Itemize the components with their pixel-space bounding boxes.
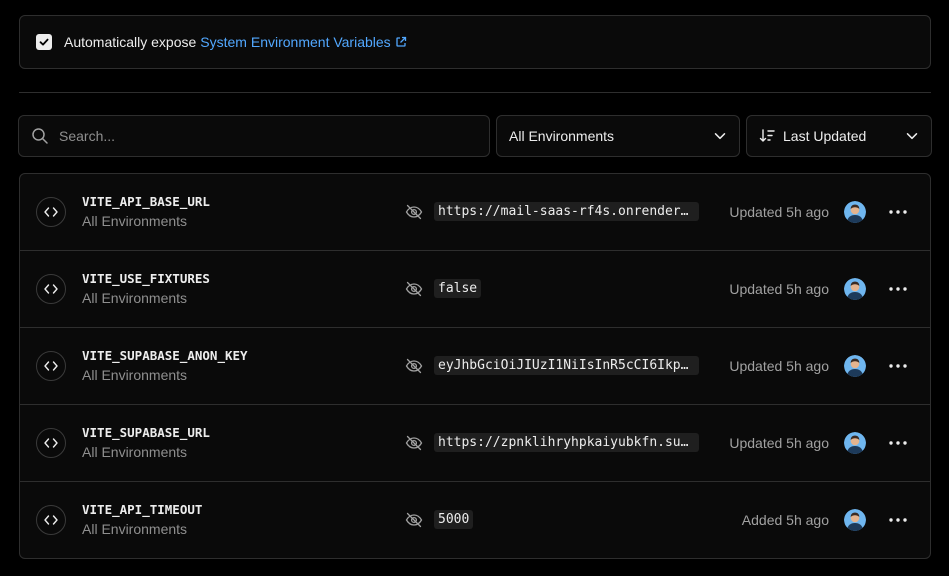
var-name[interactable]: VITE_API_TIMEOUT bbox=[82, 502, 202, 517]
system-env-vars-link[interactable]: System Environment Variables bbox=[200, 34, 406, 50]
env-var-row[interactable]: VITE_API_TIMEOUT All Environments 5000 A… bbox=[20, 482, 930, 558]
var-status: Updated 5h ago bbox=[729, 435, 829, 451]
check-icon bbox=[39, 38, 49, 46]
env-var-row[interactable]: VITE_API_BASE_URL All Environments https… bbox=[20, 174, 930, 251]
avatar[interactable] bbox=[844, 509, 866, 531]
env-var-list: VITE_API_BASE_URL All Environments https… bbox=[19, 173, 931, 559]
ellipsis-icon bbox=[889, 441, 907, 445]
code-brackets-icon bbox=[36, 351, 66, 381]
var-environment: All Environments bbox=[82, 213, 188, 229]
more-options-button[interactable] bbox=[886, 354, 910, 378]
eye-off-icon[interactable] bbox=[405, 204, 423, 225]
external-link-icon bbox=[396, 36, 406, 47]
avatar[interactable] bbox=[844, 201, 866, 223]
avatar[interactable] bbox=[844, 432, 866, 454]
var-name[interactable]: VITE_USE_FIXTURES bbox=[82, 271, 210, 286]
env-vars-page: Automatically expose System Environment … bbox=[0, 0, 949, 576]
var-status: Updated 5h ago bbox=[729, 358, 829, 374]
expose-system-vars-panel: Automatically expose System Environment … bbox=[19, 15, 931, 69]
var-status: Updated 5h ago bbox=[729, 281, 829, 297]
expose-checkbox[interactable] bbox=[36, 34, 52, 50]
search-box[interactable] bbox=[18, 115, 490, 157]
eye-off-icon[interactable] bbox=[405, 281, 423, 302]
var-status: Updated 5h ago bbox=[729, 204, 829, 220]
search-icon bbox=[32, 128, 48, 144]
ellipsis-icon bbox=[889, 287, 907, 291]
ellipsis-icon bbox=[889, 210, 907, 214]
environment-select[interactable]: All Environments bbox=[496, 115, 740, 157]
more-options-button[interactable] bbox=[886, 508, 910, 532]
env-var-row[interactable]: VITE_SUPABASE_ANON_KEY All Environments … bbox=[20, 328, 930, 405]
var-environment: All Environments bbox=[82, 521, 188, 537]
section-divider bbox=[19, 92, 931, 93]
environment-select-value: All Environments bbox=[509, 128, 615, 144]
var-value[interactable]: 5000 bbox=[434, 510, 474, 529]
avatar[interactable] bbox=[844, 355, 866, 377]
var-name[interactable]: VITE_SUPABASE_URL bbox=[82, 425, 210, 440]
var-value[interactable]: https://zpnklihryhpkaiyubkfn.supabase.co bbox=[434, 433, 699, 452]
eye-off-icon[interactable] bbox=[405, 358, 423, 379]
chevron-down-icon bbox=[714, 133, 726, 140]
code-brackets-icon bbox=[36, 428, 66, 458]
more-options-button[interactable] bbox=[886, 200, 910, 224]
expose-label: Automatically expose bbox=[64, 34, 197, 50]
code-brackets-icon bbox=[36, 505, 66, 535]
sort-select[interactable]: Last Updated bbox=[746, 115, 932, 157]
code-brackets-icon bbox=[36, 274, 66, 304]
more-options-button[interactable] bbox=[886, 277, 910, 301]
eye-off-icon[interactable] bbox=[405, 512, 423, 533]
var-environment: All Environments bbox=[82, 367, 188, 383]
sort-select-value: Last Updated bbox=[783, 128, 867, 144]
code-brackets-icon bbox=[36, 197, 66, 227]
var-environment: All Environments bbox=[82, 444, 188, 460]
sort-icon bbox=[759, 129, 775, 142]
search-input[interactable] bbox=[59, 128, 489, 144]
var-value[interactable]: eyJhbGciOiJIUzI1NiIsInR5cCI6IkpXVCJ9 bbox=[434, 356, 699, 375]
env-var-row[interactable]: VITE_SUPABASE_URL All Environments https… bbox=[20, 405, 930, 482]
env-var-row[interactable]: VITE_USE_FIXTURES All Environments false… bbox=[20, 251, 930, 328]
eye-off-icon[interactable] bbox=[405, 435, 423, 456]
var-value[interactable]: false bbox=[434, 279, 482, 298]
var-environment: All Environments bbox=[82, 290, 188, 306]
var-value[interactable]: https://mail-saas-rf4s.onrender.com bbox=[434, 202, 699, 221]
system-env-vars-link-text: System Environment Variables bbox=[200, 34, 391, 50]
more-options-button[interactable] bbox=[886, 431, 910, 455]
ellipsis-icon bbox=[889, 364, 907, 368]
chevron-down-icon bbox=[906, 133, 918, 140]
var-name[interactable]: VITE_API_BASE_URL bbox=[82, 194, 210, 209]
var-name[interactable]: VITE_SUPABASE_ANON_KEY bbox=[82, 348, 248, 363]
var-status: Added 5h ago bbox=[741, 512, 829, 528]
avatar[interactable] bbox=[844, 278, 866, 300]
ellipsis-icon bbox=[889, 518, 907, 522]
